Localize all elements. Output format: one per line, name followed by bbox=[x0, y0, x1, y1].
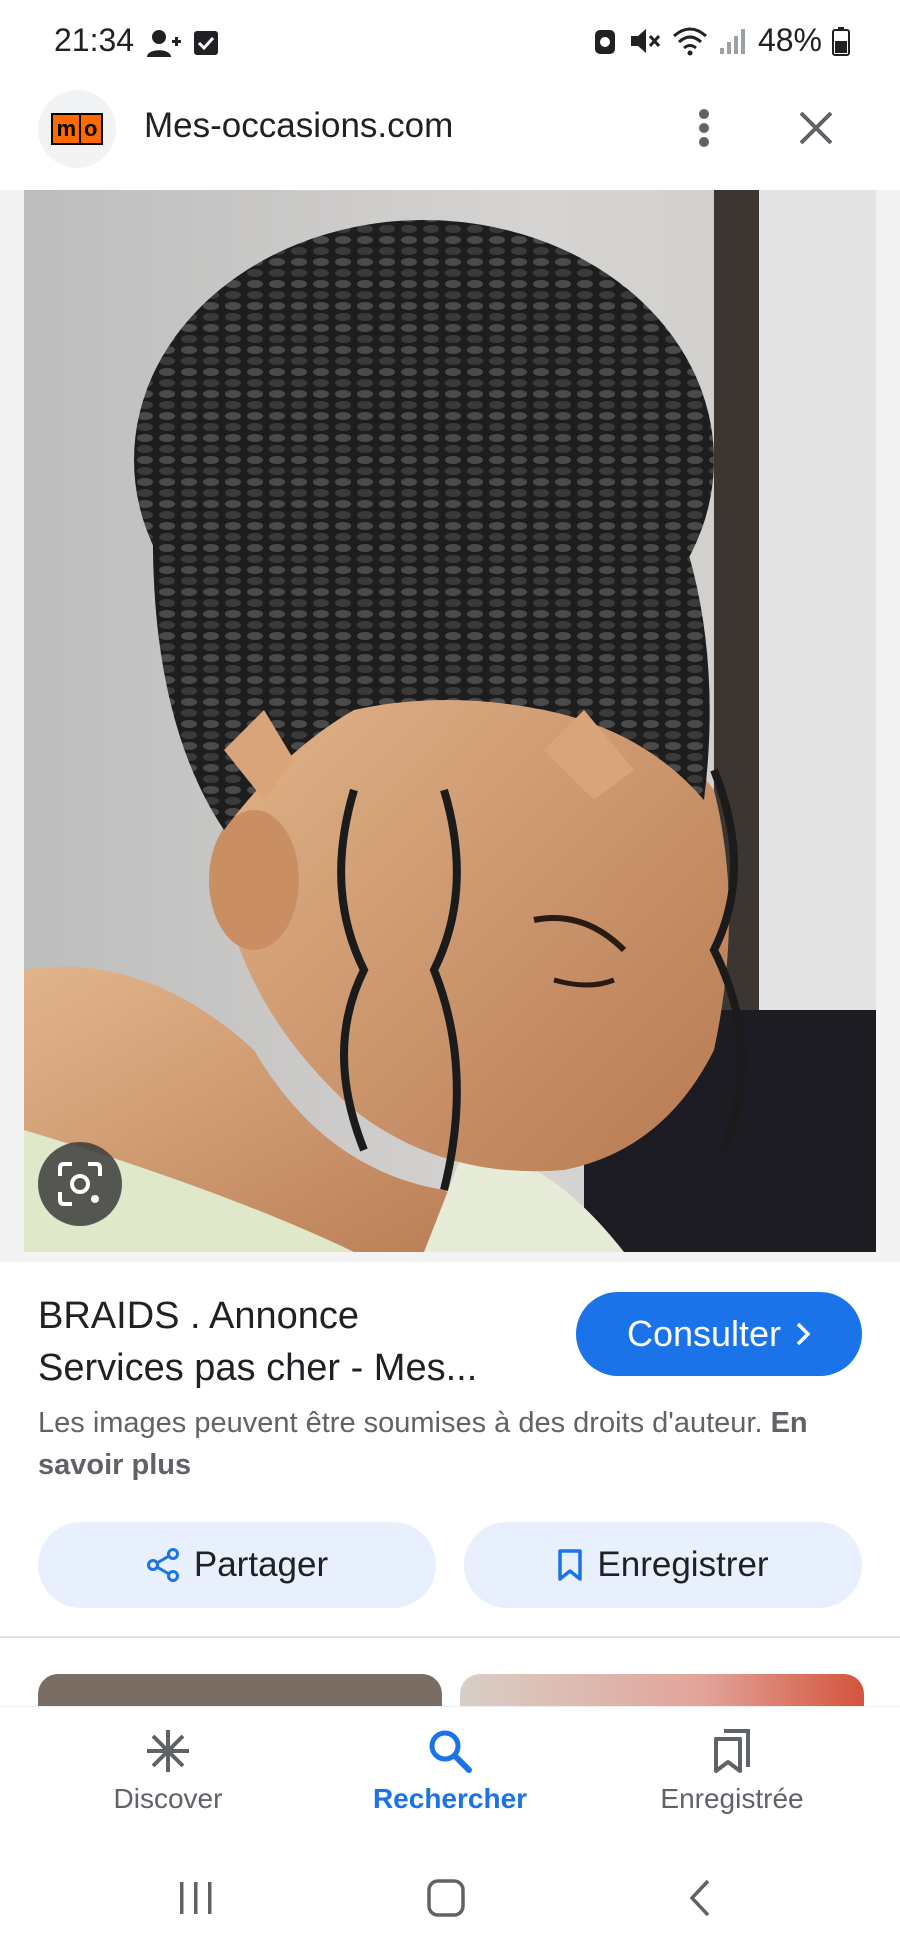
result-title-line-1: BRAIDS . Annonce bbox=[38, 1295, 360, 1337]
person-add-icon bbox=[147, 30, 181, 57]
alarm-icon bbox=[594, 29, 615, 54]
system-navigation-bar bbox=[0, 1846, 900, 1950]
tab-header: m o Mes-occasions.com bbox=[0, 84, 900, 190]
checkbox-icon bbox=[194, 31, 218, 55]
nav-search-label: Rechercher bbox=[372, 1783, 528, 1814]
recents-button[interactable] bbox=[166, 1868, 226, 1928]
site-logo: m o bbox=[38, 90, 116, 168]
nav-search[interactable]: Rechercher bbox=[330, 1727, 570, 1815]
more-options-button[interactable] bbox=[680, 104, 728, 152]
share-button-label: Partager bbox=[193, 1545, 329, 1584]
battery-percent: 48% bbox=[757, 22, 822, 58]
save-button-label: Enregistrer bbox=[597, 1545, 769, 1584]
asterisk-icon bbox=[147, 1730, 189, 1772]
bookmark-icon bbox=[558, 1549, 583, 1581]
back-chevron-icon bbox=[689, 1879, 710, 1917]
result-title-line-2: Services pas cher - Mes... bbox=[38, 1347, 478, 1389]
result-image[interactable] bbox=[24, 190, 876, 1252]
lens-icon bbox=[58, 1162, 102, 1206]
close-button[interactable] bbox=[792, 104, 840, 152]
copyright-text: Les images peuvent être soumises à des d… bbox=[38, 1407, 763, 1439]
nav-saved-label: Enregistrée bbox=[660, 1783, 804, 1814]
home-button[interactable] bbox=[416, 1868, 476, 1928]
share-icon bbox=[146, 1548, 179, 1582]
consult-button[interactable]: Consulter bbox=[576, 1292, 862, 1376]
signal-icon bbox=[719, 28, 745, 54]
home-icon bbox=[427, 1879, 465, 1917]
nav-saved[interactable]: Enregistrée bbox=[612, 1727, 852, 1815]
bottom-navigation: Discover Rechercher Enregistrée bbox=[0, 1706, 900, 1846]
share-button[interactable]: Partager bbox=[38, 1522, 436, 1608]
mute-icon bbox=[630, 28, 661, 53]
recents-icon bbox=[180, 1882, 212, 1914]
result-title[interactable]: BRAIDS . Annonce Services pas cher - Mes… bbox=[38, 1290, 558, 1394]
nav-discover-label: Discover bbox=[113, 1783, 223, 1814]
related-image-thumbnail[interactable] bbox=[38, 1674, 442, 1706]
status-bar: 21:34 48% bbox=[0, 0, 900, 84]
status-system-icons: 48% bbox=[592, 22, 850, 59]
status-notification-icons bbox=[146, 28, 220, 58]
nav-discover[interactable]: Discover bbox=[48, 1727, 288, 1815]
chevron-right-icon bbox=[796, 1322, 811, 1346]
related-image-thumbnail[interactable] bbox=[460, 1674, 864, 1706]
site-title: Mes-occasions.com bbox=[144, 106, 454, 145]
google-lens-button[interactable] bbox=[38, 1142, 122, 1226]
copyright-notice: Les images peuvent être soumises à des d… bbox=[38, 1402, 868, 1486]
close-icon bbox=[799, 111, 833, 145]
back-button[interactable] bbox=[670, 1868, 730, 1928]
more-vert-icon bbox=[699, 109, 709, 147]
consult-button-label: Consulter bbox=[626, 1313, 782, 1354]
image-preview-area bbox=[0, 190, 900, 1262]
search-icon bbox=[429, 1730, 472, 1773]
braids-photo-illustration bbox=[24, 190, 876, 1252]
logo-letter-o: o bbox=[81, 113, 103, 145]
logo-letter-m: m bbox=[51, 113, 82, 145]
saved-collections-icon bbox=[714, 1729, 750, 1773]
battery-icon bbox=[832, 26, 850, 56]
section-divider bbox=[0, 1636, 900, 1638]
save-button[interactable]: Enregistrer bbox=[464, 1522, 862, 1608]
status-time: 21:34 bbox=[54, 22, 135, 58]
wifi-icon bbox=[672, 27, 707, 55]
